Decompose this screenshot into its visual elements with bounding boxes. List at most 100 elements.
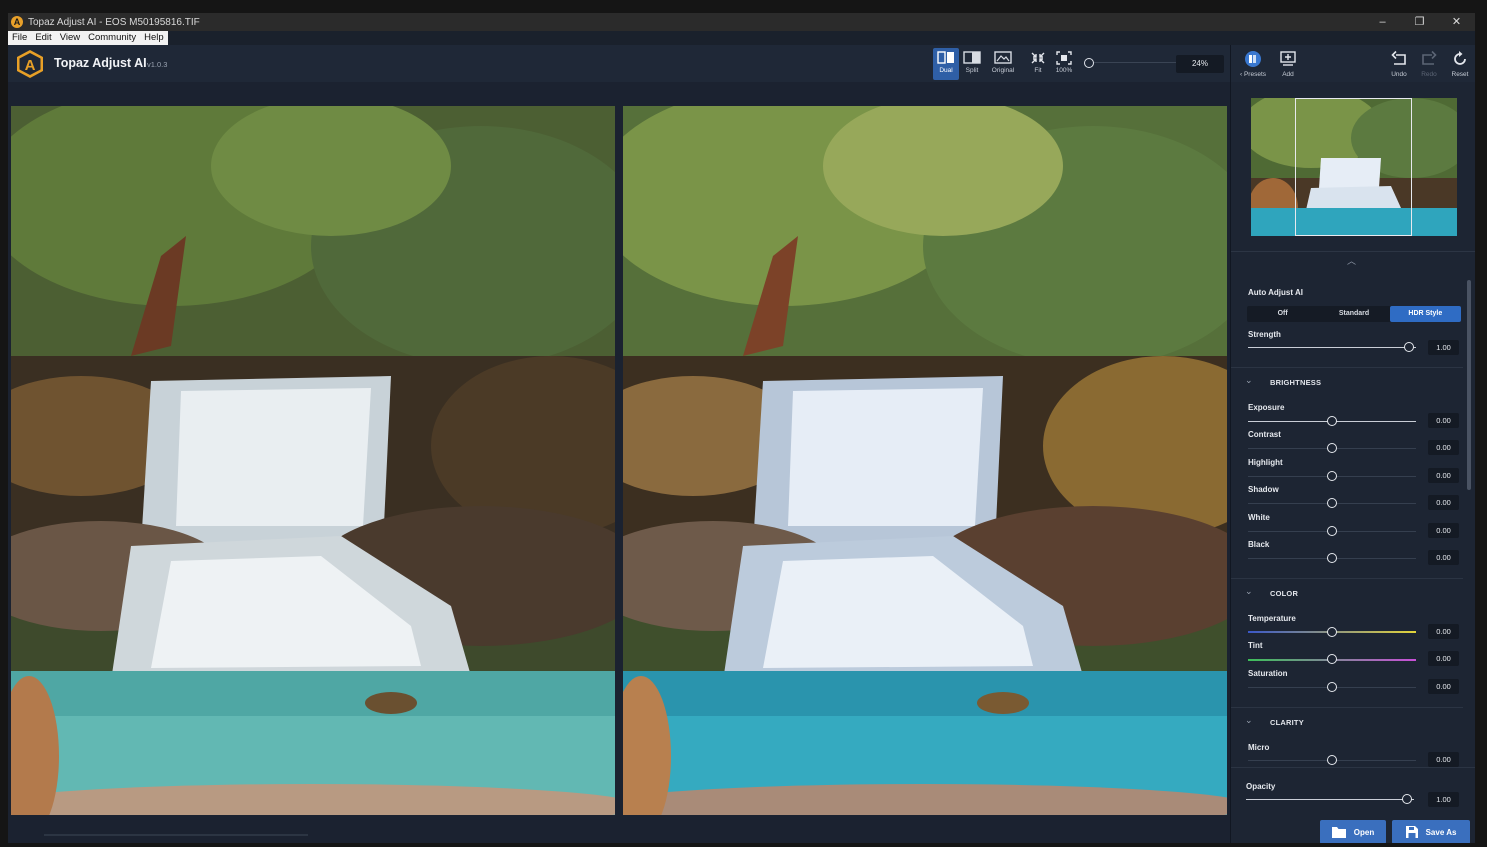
- color-section-title[interactable]: COLOR: [1270, 589, 1298, 598]
- waterfall-processed-image: [623, 106, 1227, 815]
- view-split-label: Split: [965, 67, 979, 74]
- menu-help[interactable]: Help: [140, 31, 168, 45]
- undo-button[interactable]: Undo: [1384, 48, 1414, 78]
- opacity-slider-track[interactable]: [1246, 799, 1414, 800]
- clarity-chevron-icon[interactable]: ⌄: [1245, 715, 1253, 726]
- opacity-slider-handle[interactable]: [1402, 794, 1412, 804]
- save-as-button[interactable]: Save As: [1392, 820, 1470, 843]
- close-button[interactable]: ✕: [1438, 13, 1475, 31]
- view-original-label: Original: [991, 67, 1015, 74]
- black-label: Black: [1248, 540, 1270, 549]
- fit-button[interactable]: Fit: [1027, 48, 1049, 80]
- undo-label: Undo: [1391, 71, 1407, 78]
- clarity-section-title[interactable]: CLARITY: [1270, 718, 1304, 727]
- tint-value-field[interactable]: 0.00: [1428, 651, 1459, 666]
- mode-off-button[interactable]: Off: [1247, 306, 1318, 322]
- shadow-label: Shadow: [1248, 485, 1279, 494]
- auto-adjust-title: Auto Adjust AI: [1248, 288, 1303, 297]
- menu-edit[interactable]: Edit: [31, 31, 55, 45]
- add-label: Add: [1282, 71, 1294, 78]
- app-logo-icon: A: [11, 16, 23, 28]
- zoom-value-field[interactable]: 24%: [1176, 55, 1224, 73]
- view-split-button[interactable]: Split: [961, 48, 983, 80]
- app-window: A Topaz Adjust AI - EOS M50195816.TIF – …: [8, 13, 1475, 843]
- highlight-slider-handle[interactable]: [1327, 471, 1337, 481]
- shadow-value-field[interactable]: 0.00: [1428, 495, 1459, 510]
- original-image[interactable]: [11, 106, 615, 815]
- highlight-value-field[interactable]: 0.00: [1428, 468, 1459, 483]
- mode-standard-button[interactable]: Standard: [1318, 306, 1389, 322]
- collapse-chevron-icon[interactable]: ︿: [1347, 254, 1356, 267]
- saturation-value-field[interactable]: 0.00: [1428, 679, 1459, 694]
- saturation-slider-handle[interactable]: [1327, 682, 1337, 692]
- color-chevron-icon[interactable]: ⌄: [1245, 586, 1253, 597]
- micro-value-field[interactable]: 0.00: [1428, 752, 1459, 767]
- view-dual-button[interactable]: Dual: [933, 48, 959, 80]
- brightness-chevron-icon[interactable]: ⌄: [1245, 375, 1253, 386]
- tint-slider-handle[interactable]: [1327, 654, 1337, 664]
- title-bar: A Topaz Adjust AI - EOS M50195816.TIF – …: [8, 13, 1475, 31]
- horizontal-scrollbar[interactable]: [44, 834, 308, 836]
- open-button[interactable]: Open: [1320, 820, 1386, 843]
- opacity-value-field[interactable]: 1.00: [1428, 792, 1459, 807]
- app-version: v1.0.3: [147, 60, 168, 69]
- tint-label: Tint: [1248, 641, 1263, 650]
- temperature-value-field[interactable]: 0.00: [1428, 624, 1459, 639]
- strength-label: Strength: [1248, 330, 1281, 339]
- contrast-value-field[interactable]: 0.00: [1428, 440, 1459, 455]
- opacity-label: Opacity: [1246, 782, 1276, 791]
- presets-label: ‹ Presets: [1239, 71, 1267, 78]
- zoom-slider-track[interactable]: [1086, 62, 1178, 63]
- actual-size-icon: [1056, 51, 1072, 65]
- menu-community[interactable]: Community: [84, 31, 140, 45]
- view-original-button[interactable]: Original: [987, 48, 1019, 80]
- zoom-100-button[interactable]: 100%: [1053, 48, 1075, 80]
- presets-button[interactable]: ‹ Presets: [1237, 48, 1269, 78]
- menu-file[interactable]: File: [8, 31, 31, 45]
- menu-view[interactable]: View: [56, 31, 84, 45]
- black-value-field[interactable]: 0.00: [1428, 550, 1459, 565]
- black-slider-handle[interactable]: [1327, 553, 1337, 563]
- original-view-icon: [994, 51, 1012, 64]
- zoom-slider-handle[interactable]: [1084, 58, 1094, 68]
- contrast-slider-handle[interactable]: [1327, 443, 1337, 453]
- strength-value-field[interactable]: 1.00: [1428, 340, 1459, 355]
- reset-icon: [1454, 51, 1466, 65]
- temperature-slider-handle[interactable]: [1327, 627, 1337, 637]
- minimize-button[interactable]: –: [1364, 13, 1401, 31]
- clarity-divider: [1231, 707, 1463, 708]
- auto-adjust-mode-selector: Off Standard HDR Style: [1247, 306, 1461, 322]
- presets-label-text: Presets: [1243, 71, 1267, 78]
- image-canvas[interactable]: [8, 82, 1230, 843]
- window-title: Topaz Adjust AI - EOS M50195816.TIF: [28, 16, 200, 28]
- window-controls: – ❐ ✕: [1364, 13, 1475, 31]
- shadow-slider-handle[interactable]: [1327, 498, 1337, 508]
- strength-slider-track[interactable]: [1248, 347, 1416, 348]
- waterfall-original-image: [11, 106, 615, 815]
- open-label: Open: [1353, 827, 1375, 837]
- white-slider-handle[interactable]: [1327, 526, 1337, 536]
- add-preset-icon: [1280, 51, 1296, 66]
- panel-scrollbar[interactable]: [1467, 280, 1471, 490]
- exposure-slider-handle[interactable]: [1327, 416, 1337, 426]
- redo-button[interactable]: Redo: [1414, 48, 1444, 78]
- strength-slider-handle[interactable]: [1404, 342, 1414, 352]
- save-as-label: Save As: [1425, 827, 1457, 837]
- micro-slider-handle[interactable]: [1327, 755, 1337, 765]
- undo-icon: [1391, 50, 1406, 65]
- reset-button[interactable]: Reset: [1445, 48, 1475, 78]
- header-bar: A Topaz Adjust AI v1.0.3 Dual Split Orig…: [8, 45, 1230, 82]
- exposure-value-field[interactable]: 0.00: [1428, 413, 1459, 428]
- brightness-section-title[interactable]: BRIGHTNESS: [1270, 378, 1321, 387]
- processed-image[interactable]: [623, 106, 1227, 815]
- maximize-button[interactable]: ❐: [1401, 13, 1438, 31]
- micro-label: Micro: [1248, 743, 1270, 752]
- navigator-viewport-frame[interactable]: [1295, 98, 1412, 236]
- exposure-label: Exposure: [1248, 403, 1285, 412]
- zoom-100-label: 100%: [1055, 67, 1073, 74]
- reset-label: Reset: [1451, 71, 1469, 78]
- white-value-field[interactable]: 0.00: [1428, 523, 1459, 538]
- mode-hdr-style-button[interactable]: HDR Style: [1389, 306, 1461, 322]
- add-preset-button[interactable]: Add: [1273, 48, 1303, 78]
- fit-icon: [1031, 52, 1045, 64]
